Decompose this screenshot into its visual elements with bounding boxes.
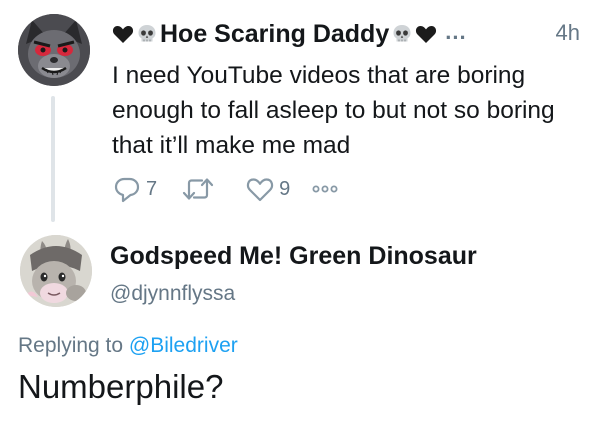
- retweet-icon: [181, 174, 215, 204]
- tweet-timestamp[interactable]: 4h: [556, 20, 580, 46]
- replying-to-mention-link[interactable]: @Biledriver: [129, 334, 238, 357]
- avatar-image: [20, 235, 92, 307]
- author-display-name[interactable]: Hoe Scaring Daddy: [160, 20, 389, 49]
- thread-connector-line: [51, 96, 55, 222]
- tweet-actions: 7 9: [112, 172, 338, 206]
- name-truncation-ellipsis: ...: [445, 19, 467, 44]
- replying-to-label: Replying to: [18, 334, 124, 357]
- avatar-godspeed-me-green-dinosaur[interactable]: [20, 235, 92, 307]
- black-heart-icon: [415, 23, 437, 45]
- reply-author-display-name[interactable]: Godspeed Me! Green Dinosaur: [110, 242, 477, 271]
- replying-to-line: Replying to @Biledriver: [18, 334, 238, 358]
- black-heart-icon: [112, 23, 134, 45]
- like-button[interactable]: 9: [245, 174, 290, 204]
- like-count: 9: [279, 177, 291, 200]
- skull-icon: [391, 23, 413, 45]
- tweet-text: I need YouTube videos that are boring en…: [112, 62, 555, 159]
- reply-button[interactable]: 7: [112, 174, 157, 204]
- reply-icon: [112, 174, 142, 204]
- reply-author-handle[interactable]: @djynnflyssa: [110, 282, 235, 306]
- avatar-hoe-scaring-daddy[interactable]: [18, 14, 90, 86]
- more-button[interactable]: [312, 183, 338, 195]
- reply-count: 7: [146, 177, 158, 200]
- tweet-header: Hoe Scaring Daddy ...: [112, 16, 467, 52]
- heart-icon: [245, 174, 275, 204]
- reply-text: Numberphile?: [18, 368, 224, 405]
- retweet-button[interactable]: [181, 174, 219, 204]
- skull-icon: [136, 23, 158, 45]
- more-dots-icon: [312, 183, 338, 195]
- avatar-image: [18, 14, 90, 86]
